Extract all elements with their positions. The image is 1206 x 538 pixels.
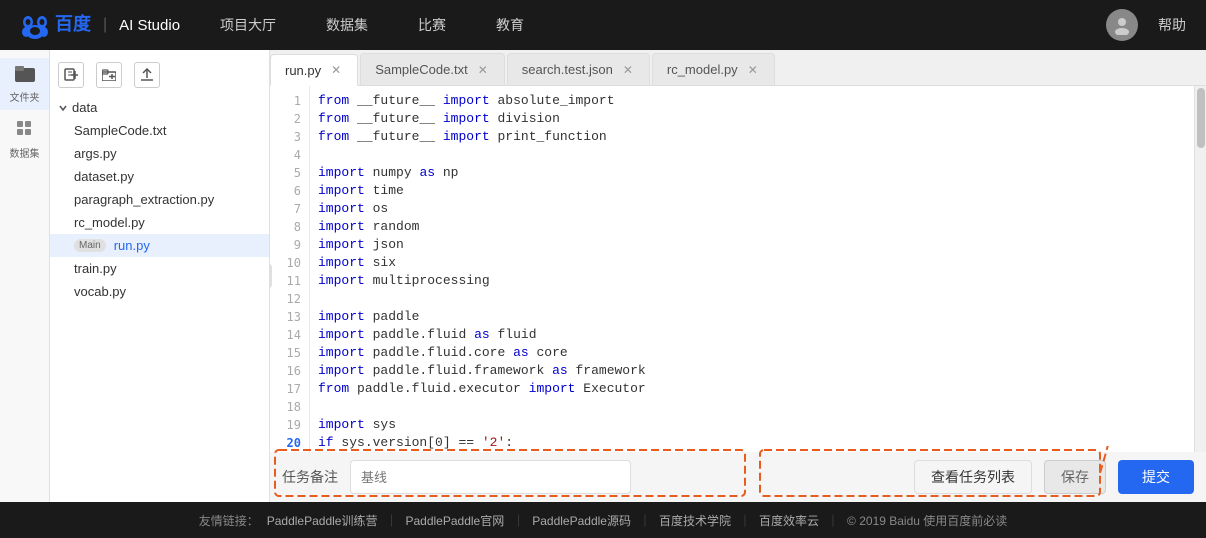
file-train[interactable]: train.py bbox=[50, 257, 269, 280]
bottom-toolbar-wrapper: 任务备注 查看任务列表 保存 提交 bbox=[270, 452, 1206, 502]
tab-label: rc_model.py bbox=[667, 62, 738, 77]
tab-close-samplecode[interactable]: ✕ bbox=[476, 64, 490, 76]
scrollbar-vertical[interactable] bbox=[1194, 86, 1206, 452]
file-tree-header bbox=[50, 58, 269, 96]
footer-link-paddleweb[interactable]: PaddlePaddle官网 bbox=[405, 512, 504, 529]
tab-close-rcmodel[interactable]: ✕ bbox=[746, 64, 760, 76]
tab-searchtest[interactable]: search.test.json ✕ bbox=[507, 53, 650, 85]
submit-button[interactable]: 提交 bbox=[1118, 460, 1194, 494]
footer-prefix: 友情链接： bbox=[199, 512, 259, 529]
logo: 百度 | AI Studio bbox=[20, 10, 180, 39]
new-folder-icon[interactable] bbox=[96, 62, 122, 88]
file-vocab[interactable]: vocab.py bbox=[50, 280, 269, 303]
tab-rcmodel[interactable]: rc_model.py ✕ bbox=[652, 53, 775, 85]
logo-studio: AI Studio bbox=[119, 17, 180, 34]
editor-area: run.py ✕ SampleCode.txt ✕ search.test.js… bbox=[270, 50, 1206, 502]
file-name: run.py bbox=[114, 238, 150, 253]
footer-link-paddlesrc[interactable]: PaddlePaddle源码 bbox=[532, 512, 631, 529]
file-name: vocab.py bbox=[74, 284, 126, 299]
datasets-label: 数据集 bbox=[10, 145, 40, 160]
file-name: dataset.py bbox=[74, 169, 134, 184]
file-name: rc_model.py bbox=[74, 215, 145, 230]
help-link[interactable]: 帮助 bbox=[1158, 15, 1186, 35]
tab-label: SampleCode.txt bbox=[375, 62, 468, 77]
tab-close-searchtest[interactable]: ✕ bbox=[621, 64, 635, 76]
sidebar-item-datasets[interactable]: 数据集 bbox=[0, 114, 49, 166]
tab-close-run[interactable]: ✕ bbox=[329, 64, 343, 76]
tab-samplecode[interactable]: SampleCode.txt ✕ bbox=[360, 53, 505, 85]
folder-data[interactable]: data bbox=[50, 96, 269, 119]
code-editor[interactable]: 1 2 3 4 5 6 7 8 9 10 11 12 13 14 bbox=[270, 86, 1206, 452]
footer-sep-5: ｜ bbox=[827, 512, 839, 529]
collapse-panel-btn[interactable] bbox=[270, 264, 272, 288]
tab-label: run.py bbox=[285, 63, 321, 78]
content-area: 文件夹 数据集 bbox=[0, 50, 1206, 502]
nav-right: 帮助 bbox=[1106, 9, 1186, 41]
footer-sep-3: ｜ bbox=[639, 512, 651, 529]
task-note-input[interactable] bbox=[350, 460, 631, 494]
save-button[interactable]: 保存 bbox=[1044, 460, 1106, 494]
footer-sep-1: ｜ bbox=[385, 512, 397, 529]
task-note-label: 任务备注 bbox=[282, 467, 338, 487]
code-content[interactable]: from __future__ import absolute_import f… bbox=[310, 86, 1194, 452]
footer: 友情链接： PaddlePaddle训练营 ｜ PaddlePaddle官网 ｜… bbox=[0, 502, 1206, 538]
footer-link-baiduacademy[interactable]: 百度技术学院 bbox=[659, 512, 731, 529]
tabs-bar: run.py ✕ SampleCode.txt ✕ search.test.js… bbox=[270, 50, 1206, 86]
footer-copyright: © 2019 Baidu 使用百度前必读 bbox=[847, 512, 1007, 529]
footer-link-paddlecamp[interactable]: PaddlePaddle训练营 bbox=[267, 512, 378, 529]
view-tasks-button[interactable]: 查看任务列表 bbox=[914, 460, 1032, 494]
folder-icon bbox=[15, 64, 35, 87]
main-badge: Main bbox=[74, 239, 106, 252]
file-dataset[interactable]: dataset.py bbox=[50, 165, 269, 188]
file-name: SampleCode.txt bbox=[74, 123, 167, 138]
tab-run[interactable]: run.py ✕ bbox=[270, 54, 358, 86]
tab-label: search.test.json bbox=[522, 62, 613, 77]
file-run[interactable]: Main run.py bbox=[50, 234, 269, 257]
files-label: 文件夹 bbox=[10, 89, 40, 104]
nav-item-competitions[interactable]: 比赛 bbox=[418, 15, 446, 35]
file-name: train.py bbox=[74, 261, 117, 276]
logo-baidu: 百度 bbox=[20, 10, 91, 39]
nav-item-datasets[interactable]: 数据集 bbox=[326, 15, 368, 35]
file-name: args.py bbox=[74, 146, 117, 161]
scroll-thumb[interactable] bbox=[1197, 88, 1205, 148]
upload-icon[interactable] bbox=[134, 62, 160, 88]
sidebar-item-files[interactable]: 文件夹 bbox=[0, 58, 49, 110]
side-panel: 文件夹 数据集 bbox=[0, 50, 50, 502]
file-samplecode[interactable]: SampleCode.txt bbox=[50, 119, 269, 142]
bottom-toolbar: 任务备注 查看任务列表 保存 提交 bbox=[270, 452, 1206, 502]
footer-link-baiducloud[interactable]: 百度效率云 bbox=[759, 512, 819, 529]
file-args[interactable]: args.py bbox=[50, 142, 269, 165]
grid-icon bbox=[16, 120, 34, 143]
nav-item-education[interactable]: 教育 bbox=[496, 15, 524, 35]
topnav: 百度 | AI Studio 项目大厅 数据集 比赛 教育 帮助 bbox=[0, 0, 1206, 50]
file-name: paragraph_extraction.py bbox=[74, 192, 214, 207]
folder-name: data bbox=[72, 100, 97, 115]
avatar[interactable] bbox=[1106, 9, 1138, 41]
file-tree: data SampleCode.txt args.py dataset.py p… bbox=[50, 50, 270, 502]
nav-item-projects[interactable]: 项目大厅 bbox=[220, 15, 276, 35]
file-paragraph[interactable]: paragraph_extraction.py bbox=[50, 188, 269, 211]
footer-sep-2: ｜ bbox=[512, 512, 524, 529]
footer-sep-4: ｜ bbox=[739, 512, 751, 529]
logo-separator: | bbox=[103, 16, 107, 34]
nav-menu: 项目大厅 数据集 比赛 教育 bbox=[220, 15, 524, 35]
new-file-icon[interactable] bbox=[58, 62, 84, 88]
line-numbers: 1 2 3 4 5 6 7 8 9 10 11 12 13 14 bbox=[270, 86, 310, 452]
file-rcmodel[interactable]: rc_model.py bbox=[50, 211, 269, 234]
